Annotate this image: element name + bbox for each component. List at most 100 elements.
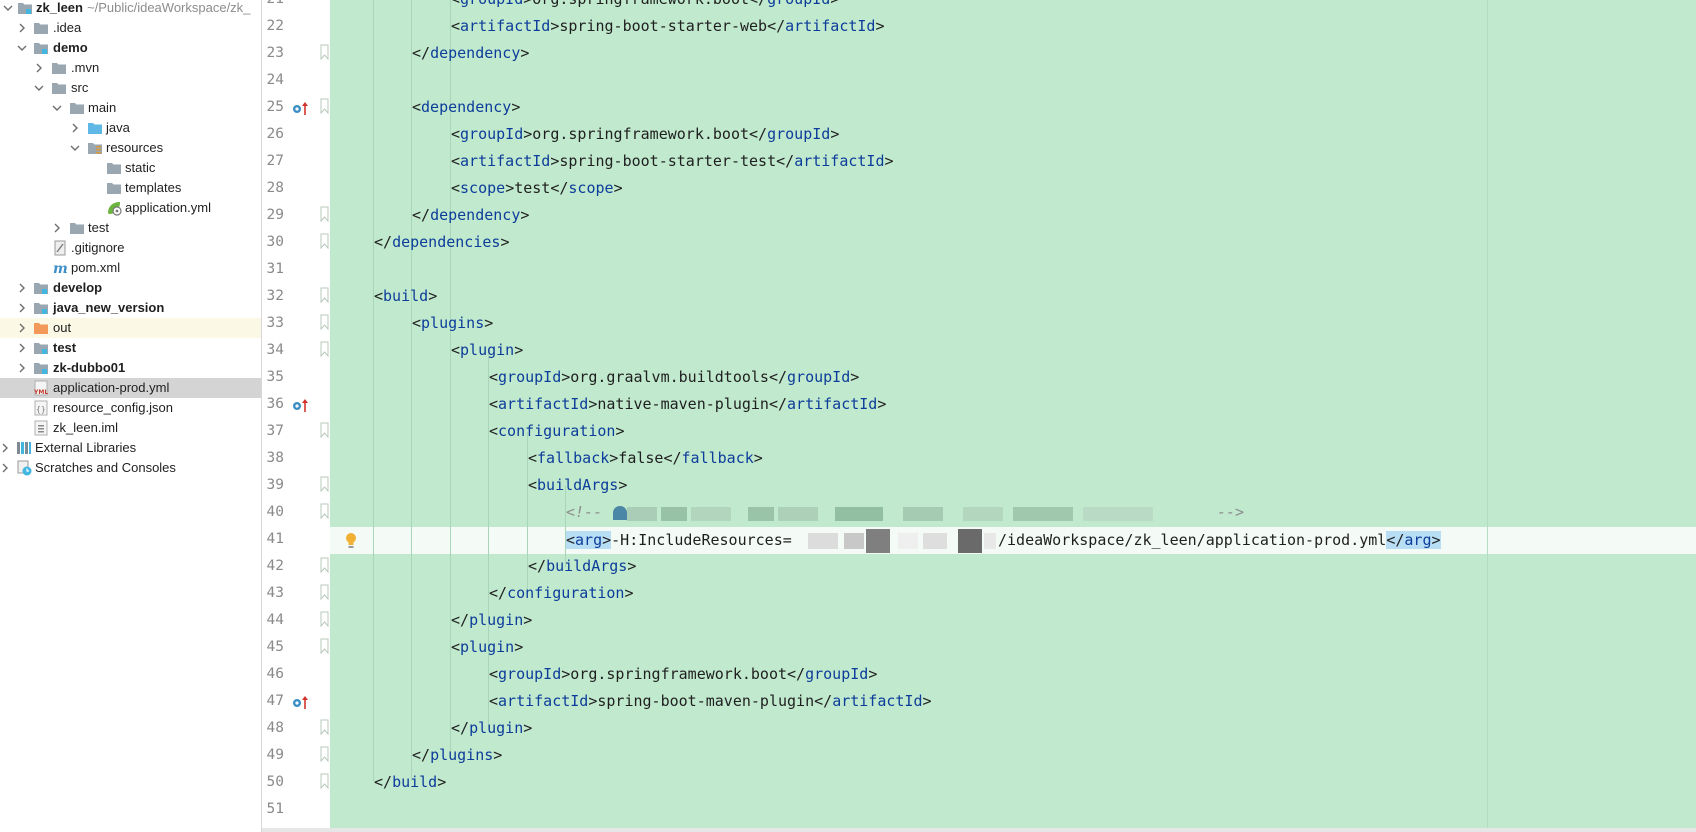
tree-item-label: templates (125, 180, 182, 195)
tree-item-out[interactable]: out (0, 318, 261, 338)
tree-item-main[interactable]: main (0, 98, 261, 118)
code-line-45: <plugin> (451, 638, 524, 656)
tree-item-label: External Libraries (35, 440, 137, 455)
fold-marker-icon[interactable] (320, 746, 329, 762)
folder-icon (52, 83, 66, 94)
tree-item-mvn[interactable]: .mvn (0, 58, 261, 78)
tree-item-label: java (106, 120, 130, 135)
code-line-26: <groupId>org.springframework.boot</group… (451, 125, 840, 143)
chevron-down-icon[interactable] (68, 141, 82, 155)
line-number: 23 (266, 45, 284, 61)
fold-marker-icon[interactable] (320, 314, 329, 330)
horizontal-scrollbar[interactable] (262, 828, 1696, 832)
chevron-right-icon[interactable] (15, 321, 29, 335)
fold-marker-icon[interactable] (320, 233, 329, 249)
line-number: 29 (266, 207, 284, 223)
line-number: 49 (266, 747, 284, 763)
chevron-down-icon[interactable] (15, 41, 29, 55)
source-folder-icon (88, 123, 102, 134)
code-area[interactable]: <groupId>org.springframework.boot</group… (330, 0, 1696, 832)
fold-marker-icon[interactable] (320, 206, 329, 222)
chevron-down-icon[interactable] (32, 81, 46, 95)
implemented-marker-icon[interactable] (292, 397, 310, 413)
tree-item-src[interactable]: src (0, 78, 261, 98)
tree-item-resource-config-json[interactable]: {} resource_config.json (0, 398, 261, 418)
line-number: 30 (266, 234, 284, 250)
fold-marker-icon[interactable] (320, 341, 329, 357)
tree-item-idea[interactable]: .idea (0, 18, 261, 38)
lightbulb-icon[interactable] (344, 532, 358, 550)
tree-item-demo[interactable]: demo (0, 38, 261, 58)
fold-marker-icon[interactable] (320, 638, 329, 654)
code-line-27: <artifactId>spring-boot-starter-test</ar… (451, 152, 894, 170)
line-number: 39 (266, 477, 284, 493)
module-folder-icon (34, 43, 48, 54)
tree-item-gitignore[interactable]: .gitignore (0, 238, 261, 258)
tree-item-test-src[interactable]: test (0, 218, 261, 238)
line-number: 37 (266, 423, 284, 439)
line-number: 50 (266, 774, 284, 790)
chevron-right-icon[interactable] (15, 341, 29, 355)
folder-icon (107, 183, 121, 194)
fold-marker-icon[interactable] (320, 557, 329, 573)
scratches-icon (17, 460, 32, 476)
fold-marker-icon[interactable] (320, 44, 329, 60)
fold-marker-icon[interactable] (320, 503, 329, 519)
chevron-down-icon[interactable] (1, 1, 15, 15)
tree-item-application-yml[interactable]: application.yml (0, 198, 261, 218)
fold-marker-icon[interactable] (320, 98, 329, 114)
implemented-marker-icon[interactable] (292, 694, 310, 710)
fold-marker-icon[interactable] (320, 422, 329, 438)
fold-marker-icon[interactable] (320, 584, 329, 600)
tree-item-pom-xml[interactable]: m pom.xml (0, 258, 261, 278)
tree-item-resources[interactable]: resources (0, 138, 261, 158)
tree-item-develop[interactable]: develop (0, 278, 261, 298)
line-number: 46 (266, 666, 284, 682)
line-number: 38 (266, 450, 284, 466)
tree-item-templates[interactable]: templates (0, 178, 261, 198)
code-editor[interactable]: 21 22 23 24 25 26 27 28 29 30 31 32 33 3… (262, 0, 1696, 832)
chevron-right-icon[interactable] (15, 361, 29, 375)
fold-marker-icon[interactable] (320, 287, 329, 303)
chevron-right-icon[interactable] (0, 461, 12, 475)
tree-item-java[interactable]: java (0, 118, 261, 138)
chevron-right-icon[interactable] (68, 121, 82, 135)
chevron-right-icon[interactable] (32, 61, 46, 75)
tree-root-zk-leen[interactable]: zk_leen ~/Public/ideaWorkspace/zk_ (0, 0, 261, 18)
fold-marker-icon[interactable] (320, 611, 329, 627)
line-number: 36 (266, 396, 284, 412)
tree-item-application-prod-yml[interactable]: YML application-prod.yml (0, 378, 261, 398)
tree-item-zk-dubbo01[interactable]: zk-dubbo01 (0, 358, 261, 378)
fold-marker-icon[interactable] (320, 719, 329, 735)
line-number: 42 (266, 558, 284, 574)
chevron-down-icon[interactable] (50, 101, 64, 115)
tree-item-label: application-prod.yml (53, 380, 170, 395)
folder-icon (34, 23, 48, 34)
implemented-marker-icon[interactable] (292, 100, 310, 116)
tree-item-label: Scratches and Consoles (35, 460, 176, 475)
chevron-right-icon[interactable] (15, 301, 29, 315)
chevron-right-icon[interactable] (0, 441, 12, 455)
code-line-36: <artifactId>native-maven-plugin</artifac… (489, 395, 887, 413)
chevron-right-icon[interactable] (50, 221, 64, 235)
fold-marker-icon[interactable] (320, 476, 329, 492)
tree-item-external-libraries[interactable]: External Libraries (0, 438, 261, 458)
code-line-44: </plugin> (451, 611, 533, 629)
code-line-30: </dependencies> (374, 233, 510, 251)
folder-icon (107, 163, 121, 174)
tree-item-label: static (125, 160, 156, 175)
tree-item-static[interactable]: static (0, 158, 261, 178)
tree-item-scratches[interactable]: Scratches and Consoles (0, 458, 261, 478)
line-number: 34 (266, 342, 284, 358)
tree-item-label: pom.xml (71, 260, 121, 275)
code-line-43: </configuration> (489, 584, 634, 602)
fold-marker-icon[interactable] (320, 773, 329, 789)
tree-item-label: main (88, 100, 117, 115)
line-number: 51 (266, 801, 284, 817)
tree-item-zk-leen-iml[interactable]: zk_leen.iml (0, 418, 261, 438)
tree-item-test-module[interactable]: test (0, 338, 261, 358)
tree-item-java-new-version[interactable]: java_new_version (0, 298, 261, 318)
chevron-right-icon[interactable] (15, 21, 29, 35)
line-number: 40 (266, 504, 284, 520)
chevron-right-icon[interactable] (15, 281, 29, 295)
